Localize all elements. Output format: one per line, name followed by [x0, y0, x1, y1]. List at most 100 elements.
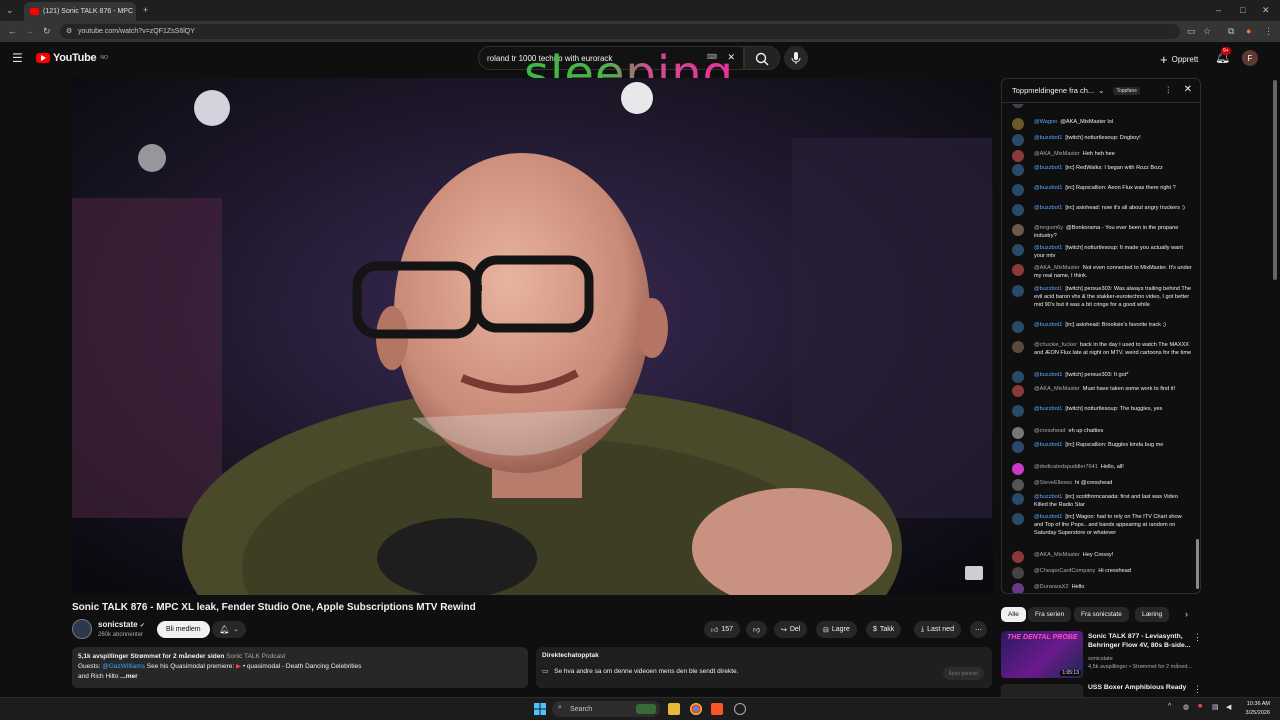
chip-learning[interactable]: Læring [1135, 607, 1170, 622]
chat-author-avatar[interactable] [1012, 427, 1024, 439]
search-input[interactable]: roland tr 1000 techno with eurorack ⌨ ✕ [478, 46, 744, 70]
chat-author-avatar[interactable] [1012, 224, 1024, 236]
chat-author-avatar[interactable] [1012, 150, 1024, 162]
chat-close-icon[interactable]: ✕ [1184, 84, 1192, 95]
volume-icon[interactable]: ◀ [1226, 703, 1231, 711]
chat-author[interactable]: @buzzbot1 [1034, 442, 1062, 448]
chat-author-avatar[interactable] [1012, 204, 1024, 216]
chat-author-avatar[interactable] [1012, 285, 1024, 297]
window-close-icon[interactable]: ✕ [1262, 0, 1270, 21]
site-info-icon[interactable]: ⚙ [66, 27, 72, 35]
chat-scrollbar[interactable] [1196, 539, 1199, 589]
chip-from-channel[interactable]: Fra sonicstate [1074, 607, 1129, 622]
chat-author-avatar[interactable] [1012, 164, 1024, 176]
browser-tab[interactable]: (121) Sonic TALK 876 - MPC ◀ ✕ [24, 2, 136, 21]
chat-author[interactable]: @cresshead [1034, 428, 1066, 434]
chat-author[interactable]: @dedicatedspuddler7641 [1034, 464, 1098, 470]
chat-author-avatar[interactable] [1012, 244, 1024, 256]
minimize-icon[interactable]: – [1216, 0, 1221, 21]
chevron-right-icon[interactable]: › [1185, 609, 1188, 619]
page-scrollbar[interactable] [1273, 80, 1277, 280]
dislike-button[interactable]: 👎︎ [746, 621, 768, 638]
chat-author[interactable]: @Wagoo [1034, 119, 1057, 125]
chat-author[interactable]: @buzzbot1 [1034, 245, 1062, 251]
chat-author-avatar[interactable] [1012, 321, 1024, 333]
chat-author[interactable]: @AKA_MixMaster [1034, 151, 1080, 157]
chat-author-avatar[interactable] [1012, 134, 1024, 146]
chat-author-avatar[interactable] [1012, 463, 1024, 475]
chat-author-avatar[interactable] [1012, 118, 1024, 130]
address-bar[interactable]: ⚙ youtube.com/watch?v=zQF1ZsS6lQY [60, 24, 1180, 39]
join-button[interactable]: Bli medlem [157, 621, 210, 638]
suggestion-title-2[interactable]: USS Boxer Amphibious Ready [1088, 684, 1186, 691]
top-fans-badge[interactable]: Toppfans [1113, 86, 1140, 95]
save-button[interactable]: ⊟ Lagre [816, 621, 857, 638]
description-box[interactable]: 5,1k avspillinger Strømmet for 2 måneder… [72, 647, 528, 688]
chat-author[interactable]: @buzzbot1 [1034, 514, 1062, 520]
podcast-link[interactable]: Sonic TALK Podcast [226, 653, 285, 660]
tray-chevron-icon[interactable]: ^ [1168, 703, 1171, 710]
chat-author[interactable]: @buzzbot1 [1034, 165, 1062, 171]
more-actions-button[interactable]: ⋯ [970, 621, 987, 638]
chat-author-avatar[interactable] [1012, 493, 1024, 505]
new-tab-icon[interactable]: + [143, 0, 148, 21]
chrome-icon[interactable] [690, 703, 702, 715]
chat-author-avatar[interactable] [1012, 104, 1024, 108]
extensions-icon[interactable]: ⧉ [1228, 21, 1234, 42]
chevron-down-icon[interactable]: ⌄ [1098, 86, 1104, 95]
chat-author-avatar[interactable] [1012, 567, 1024, 579]
reload-icon[interactable]: ↻ [43, 21, 51, 42]
chat-author-avatar[interactable] [1012, 385, 1024, 397]
thanks-button[interactable]: $ Takk [866, 621, 902, 638]
app-icon[interactable] [734, 703, 746, 715]
suggestion-title[interactable]: Sonic TALK 877 - Leviasynth, Behringer F… [1088, 632, 1196, 650]
brave-icon[interactable] [711, 703, 723, 715]
chat-author[interactable]: @mrgum6y [1034, 225, 1063, 231]
clear-search-icon[interactable]: ✕ [727, 52, 735, 63]
premiere-link[interactable]: • quasimodal - Death Dancing Celebrities [243, 663, 362, 670]
chat-author[interactable]: @SteveElbows [1034, 480, 1072, 486]
network-icon[interactable]: ▤ [1212, 703, 1219, 711]
show-more-link[interactable]: ...mer [120, 673, 137, 680]
tray-app-icon-2[interactable]: ■ [1198, 703, 1202, 710]
browser-menu-icon[interactable]: ⋮ [1264, 21, 1273, 42]
channel-name[interactable]: sonicstate ✔ [98, 620, 145, 629]
chat-author-avatar[interactable] [1012, 184, 1024, 196]
maximize-icon[interactable]: □ [1240, 0, 1245, 21]
chat-author[interactable]: @AKA_MixMaster [1034, 386, 1080, 392]
chat-more-icon[interactable]: ⋮ [1165, 85, 1173, 94]
back-icon[interactable]: ← [8, 21, 17, 42]
download-button[interactable]: ⤓ Last ned [914, 621, 961, 638]
chat-author[interactable]: @AKA_MixMaster [1034, 552, 1080, 558]
chat-author[interactable]: @buzzbot1 [1034, 406, 1062, 412]
chat-author[interactable]: @buzzbot1 [1034, 322, 1062, 328]
system-clock[interactable]: 10:36 AM 3/25/2026 [1246, 700, 1270, 718]
chat-author[interactable]: @buzzbot1 [1034, 286, 1062, 292]
chat-author[interactable]: @DurararaX2 [1034, 584, 1069, 590]
guest-mention[interactable]: @GazWilliams [102, 663, 145, 670]
video-player[interactable] [72, 78, 993, 595]
bookmark-star-icon[interactable]: ☆ [1203, 21, 1211, 42]
like-button[interactable]: 👍︎ 157 [704, 621, 741, 638]
chat-author-avatar[interactable] [1012, 341, 1024, 353]
file-explorer-icon[interactable] [668, 703, 680, 715]
suggestion-thumbnail[interactable]: THE DENTAL PROBE 1:05:13 [1001, 631, 1083, 678]
chip-all[interactable]: Alle [1001, 607, 1026, 622]
chat-author[interactable]: @buzzbot1 [1034, 494, 1062, 500]
windows-start-icon[interactable] [534, 703, 546, 715]
chat-author-avatar[interactable] [1012, 441, 1024, 453]
tray-app-icon[interactable]: ◍ [1183, 703, 1189, 711]
chip-from-series[interactable]: Fra serien [1028, 607, 1072, 622]
chat-author[interactable]: @chuckie_fucker [1034, 342, 1077, 348]
taskbar-search[interactable]: ⌕ Search [552, 701, 660, 717]
chat-author[interactable]: @buzzbot1 [1034, 135, 1062, 141]
tab-list-icon[interactable]: ⌄ [6, 0, 14, 21]
account-avatar[interactable]: F [1242, 50, 1258, 66]
forward-icon[interactable]: → [25, 21, 34, 42]
subscription-bell-button[interactable]: 🔔︎ ⌄ [212, 621, 246, 638]
chat-author-avatar[interactable] [1012, 513, 1024, 525]
chat-author-avatar[interactable] [1012, 405, 1024, 417]
chat-mode-selector[interactable]: Toppmeldingene fra ch... [1012, 86, 1094, 95]
search-button[interactable] [744, 46, 780, 70]
chat-author-avatar[interactable] [1012, 479, 1024, 491]
